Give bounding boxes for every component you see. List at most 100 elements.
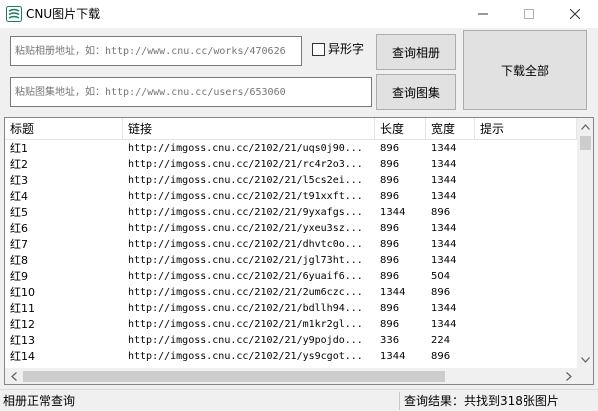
- cell-hint: [475, 141, 577, 157]
- cell-hint: [475, 333, 577, 349]
- cell-length: 896: [380, 143, 400, 154]
- variant-font-checkbox[interactable]: 异形字: [312, 41, 364, 57]
- cell-width: 1344: [431, 143, 457, 154]
- table-row[interactable]: 红12 http://imgoss.cnu.cc/2102/21/m1kr2gl.…: [5, 317, 577, 333]
- cell-link: http://imgoss.cnu.cc/2102/21/2um6czc...: [128, 287, 363, 298]
- cell-title: 红1: [10, 142, 28, 155]
- maximize-button[interactable]: [506, 0, 552, 28]
- horizontal-scrollbar[interactable]: [5, 368, 577, 384]
- table-row[interactable]: 红3 http://imgoss.cnu.cc/2102/21/l5cs2ei..…: [5, 173, 577, 189]
- table-row[interactable]: 红10 http://imgoss.cnu.cc/2102/21/2um6czc.…: [5, 285, 577, 301]
- cell-link: http://imgoss.cnu.cc/2102/21/uqs0j90...: [128, 143, 363, 154]
- cell-width: 1344: [431, 255, 457, 266]
- table-row[interactable]: 红4 http://imgoss.cnu.cc/2102/21/t91xxft..…: [5, 189, 577, 205]
- cell-length: 1344: [380, 351, 406, 362]
- close-icon: [570, 9, 580, 19]
- status-divider: [399, 392, 400, 410]
- table-row[interactable]: 红1 http://imgoss.cnu.cc/2102/21/uqs0j90..…: [5, 141, 577, 157]
- table-row[interactable]: 红9 http://imgoss.cnu.cc/2102/21/6yuaif6..…: [5, 269, 577, 285]
- column-header-length[interactable]: 长度: [375, 118, 426, 140]
- cell-hint: [475, 205, 577, 221]
- table-row[interactable]: 红7 http://imgoss.cnu.cc/2102/21/dhvtc0o..…: [5, 237, 577, 253]
- cell-title: 红11: [10, 302, 35, 315]
- cell-title: 红4: [10, 190, 28, 203]
- cell-length: 896: [380, 159, 400, 170]
- column-header-title[interactable]: 标题: [5, 118, 123, 140]
- cell-hint: [475, 317, 577, 333]
- cell-width: 1344: [431, 175, 457, 186]
- cell-link: http://imgoss.cnu.cc/2102/21/rc4r2o3...: [128, 159, 363, 170]
- scroll-left-button[interactable]: [5, 368, 22, 384]
- download-all-button[interactable]: 下载全部: [463, 30, 587, 110]
- list-header: 标题 链接 长度 宽度 提示: [5, 118, 577, 140]
- checkbox-label: 异形字: [328, 42, 365, 56]
- cell-length: 1344: [380, 207, 406, 218]
- column-header-hint[interactable]: 提示: [475, 118, 577, 140]
- cell-title: 红10: [10, 286, 35, 299]
- status-result: 查询结果：共找到318张图片: [404, 394, 559, 408]
- query-set-button[interactable]: 查询图集: [376, 74, 456, 110]
- list-rows: 红1 http://imgoss.cnu.cc/2102/21/uqs0j90..…: [5, 141, 577, 368]
- cell-width: 224: [431, 335, 451, 346]
- cell-length: 1344: [380, 287, 406, 298]
- cell-hint: [475, 349, 577, 365]
- cell-link: http://imgoss.cnu.cc/2102/21/t91xxft...: [128, 191, 363, 202]
- cell-link: http://imgoss.cnu.cc/2102/21/jgl73ht...: [128, 255, 363, 266]
- cell-link: http://imgoss.cnu.cc/2102/21/6yuaif6...: [128, 271, 363, 282]
- vertical-scroll-thumb[interactable]: [580, 136, 591, 150]
- scroll-up-button[interactable]: [577, 118, 593, 135]
- status-bar: 相册正常查询 查询结果：共找到318张图片: [0, 389, 598, 411]
- cell-hint: [475, 253, 577, 269]
- cell-width: 504: [431, 271, 451, 282]
- scrollbar-corner: [577, 368, 593, 384]
- minimize-icon: [478, 13, 488, 15]
- close-button[interactable]: [552, 0, 598, 28]
- table-row[interactable]: 红6 http://imgoss.cnu.cc/2102/21/yxeu3sz..…: [5, 221, 577, 237]
- cell-width: 1344: [431, 159, 457, 170]
- table-row[interactable]: 红5 http://imgoss.cnu.cc/2102/21/9yxafgs..…: [5, 205, 577, 221]
- cell-length: 896: [380, 191, 400, 202]
- cell-length: 896: [380, 255, 400, 266]
- image-list[interactable]: 标题 链接 长度 宽度 提示 红1 http://imgoss.cnu.cc/21…: [4, 117, 594, 385]
- vertical-scrollbar[interactable]: [577, 118, 593, 368]
- scroll-right-button[interactable]: [560, 368, 577, 384]
- chevron-down-icon: [581, 356, 590, 363]
- cell-width: 1344: [431, 239, 457, 250]
- cell-width: 896: [431, 351, 451, 362]
- cell-hint: [475, 189, 577, 205]
- album-url-input[interactable]: [10, 36, 302, 66]
- column-header-width[interactable]: 宽度: [426, 118, 475, 140]
- minimize-button[interactable]: [460, 0, 506, 28]
- cell-length: 896: [380, 175, 400, 186]
- cell-hint: [475, 285, 577, 301]
- cell-link: http://imgoss.cnu.cc/2102/21/m1kr2gl...: [128, 319, 363, 330]
- chevron-up-icon: [581, 123, 590, 130]
- cell-link: http://imgoss.cnu.cc/2102/21/bdllh94...: [128, 303, 363, 314]
- table-row[interactable]: 红2 http://imgoss.cnu.cc/2102/21/rc4r2o3..…: [5, 157, 577, 173]
- maximize-icon: [524, 9, 534, 19]
- horizontal-scroll-thumb[interactable]: [23, 371, 445, 382]
- main-panel: 异形字 查询相册 查询图集 下载全部 标题 链接 长度 宽度 提示 红1 http…: [0, 28, 598, 411]
- table-row[interactable]: 红13 http://imgoss.cnu.cc/2102/21/y9pojdo.…: [5, 333, 577, 349]
- cell-width: 1344: [431, 223, 457, 234]
- cell-title: 红6: [10, 222, 28, 235]
- cell-title: 红7: [10, 238, 28, 251]
- query-album-button[interactable]: 查询相册: [376, 34, 456, 70]
- window-title: CNU图片下载: [26, 7, 101, 21]
- title-bar: CNU图片下载: [0, 0, 598, 28]
- table-row[interactable]: 红11 http://imgoss.cnu.cc/2102/21/bdllh94.…: [5, 301, 577, 317]
- table-row[interactable]: 红14 http://imgoss.cnu.cc/2102/21/ys9cgot.…: [5, 349, 577, 365]
- chevron-right-icon: [565, 372, 572, 381]
- table-row[interactable]: 红8 http://imgoss.cnu.cc/2102/21/jgl73ht..…: [5, 253, 577, 269]
- checkbox-box[interactable]: [312, 42, 325, 56]
- cell-width: 896: [431, 287, 451, 298]
- cell-link: http://imgoss.cnu.cc/2102/21/yxeu3sz...: [128, 223, 363, 234]
- cell-hint: [475, 301, 577, 317]
- cell-title: 红9: [10, 270, 28, 283]
- cell-length: 896: [380, 319, 400, 330]
- cell-title: 红13: [10, 334, 35, 347]
- cell-title: 红12: [10, 318, 35, 331]
- scroll-down-button[interactable]: [577, 351, 593, 368]
- column-header-link[interactable]: 链接: [123, 118, 375, 140]
- set-url-input[interactable]: [10, 77, 372, 107]
